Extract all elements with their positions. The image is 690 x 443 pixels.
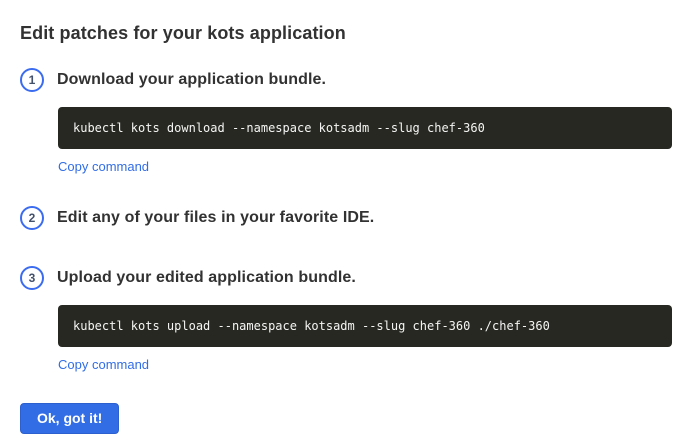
modal-title: Edit patches for your kots application — [20, 22, 672, 45]
copy-upload-command-link[interactable]: Copy command — [58, 357, 149, 372]
edit-patches-modal: Edit patches for your kots application 1… — [0, 0, 690, 443]
step-download-header: 1 Download your application bundle. — [20, 68, 672, 92]
step-1-number-badge: 1 — [20, 68, 44, 92]
step-download: 1 Download your application bundle. kube… — [20, 68, 672, 176]
upload-command-code-block: kubectl kots upload --namespace kotsadm … — [58, 305, 672, 347]
step-3-number-badge: 3 — [20, 266, 44, 290]
step-upload-header: 3 Upload your edited application bundle. — [20, 266, 672, 290]
step-2-number-badge: 2 — [20, 206, 44, 230]
step-upload: 3 Upload your edited application bundle.… — [20, 266, 672, 374]
step-edit-header: 2 Edit any of your files in your favorit… — [20, 206, 672, 230]
step-3-heading: Upload your edited application bundle. — [57, 269, 356, 287]
step-upload-body: kubectl kots upload --namespace kotsadm … — [58, 305, 672, 374]
step-edit: 2 Edit any of your files in your favorit… — [20, 206, 672, 230]
step-1-heading: Download your application bundle. — [57, 71, 326, 89]
download-command-code-block: kubectl kots download --namespace kotsad… — [58, 107, 672, 149]
copy-download-command-link[interactable]: Copy command — [58, 159, 149, 174]
ok-got-it-button[interactable]: Ok, got it! — [20, 403, 119, 434]
step-download-body: kubectl kots download --namespace kotsad… — [58, 107, 672, 176]
step-2-heading: Edit any of your files in your favorite … — [57, 209, 374, 227]
modal-footer: Ok, got it! — [20, 374, 672, 434]
